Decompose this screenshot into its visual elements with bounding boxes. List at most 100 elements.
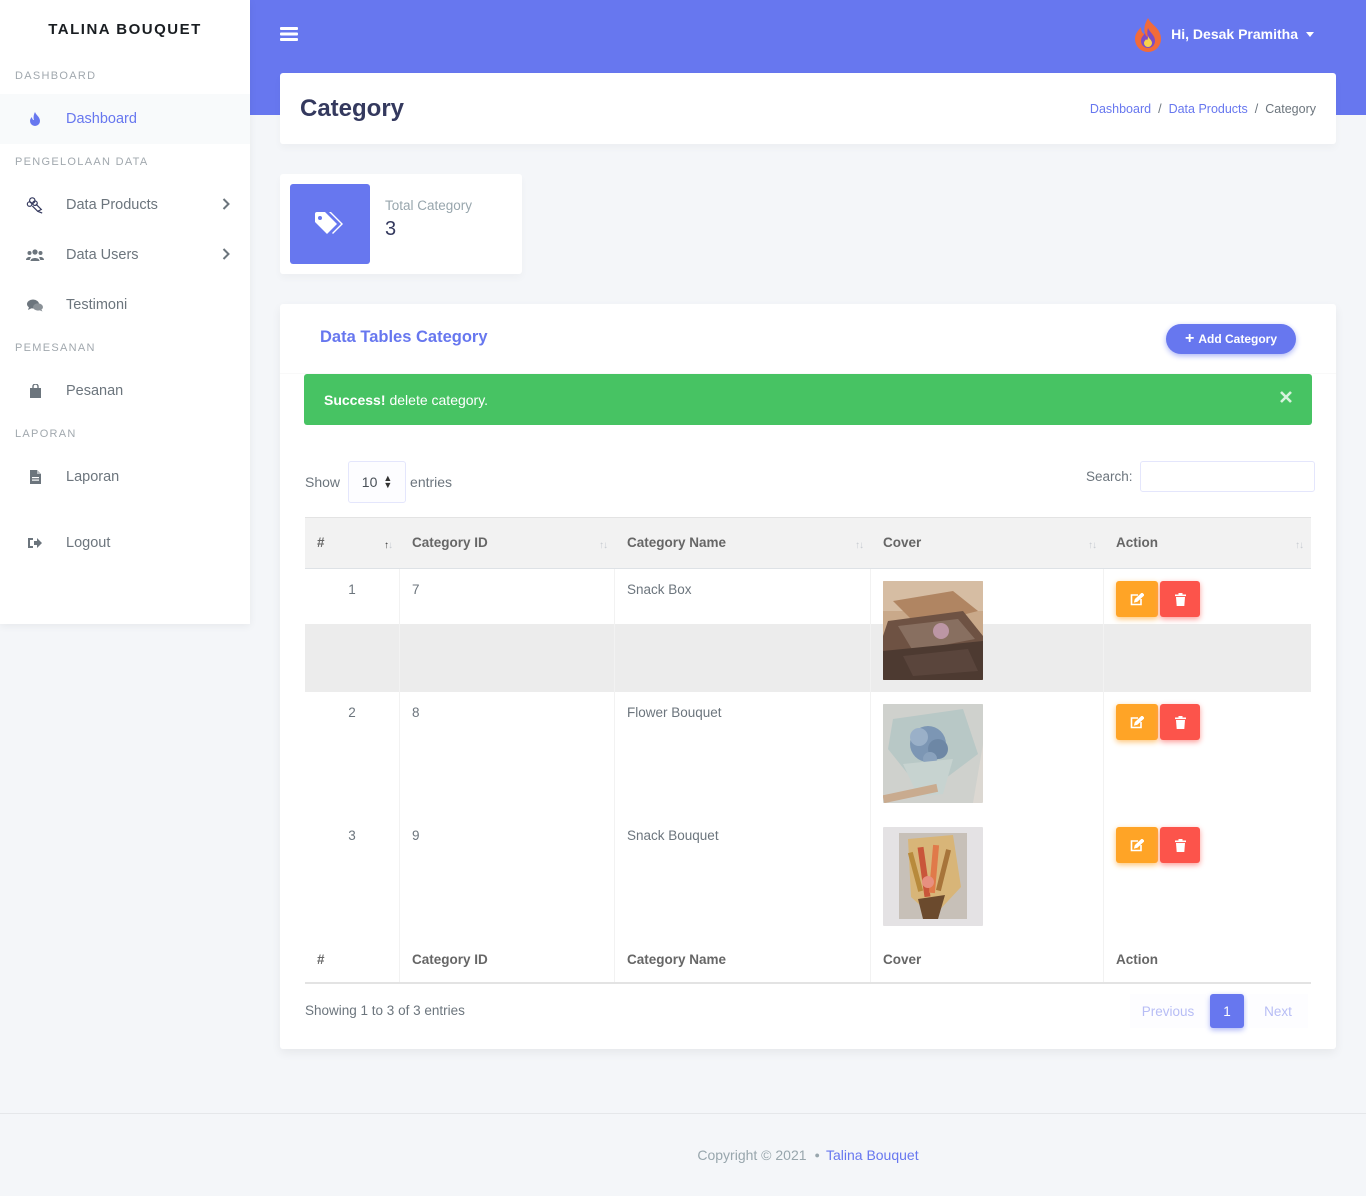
sidebar-item-label: Dashboard: [66, 111, 137, 127]
sort-icon: ↑↓: [1088, 540, 1097, 551]
cell-no: 1: [305, 569, 400, 692]
sort-asc-icon: ↑↓: [384, 540, 393, 551]
plus-icon: +: [1184, 330, 1195, 347]
user-greeting: Hi, Desak Pramitha: [1171, 26, 1298, 42]
pagination-next[interactable]: Next: [1248, 994, 1308, 1028]
file-icon: [26, 468, 44, 486]
column-header-category-id[interactable]: Category ID ↑↓: [400, 518, 615, 568]
edit-button[interactable]: [1116, 581, 1158, 617]
caret-down-icon: [1306, 31, 1314, 37]
close-icon[interactable]: [1280, 390, 1292, 406]
sort-icon: ↑↓: [599, 540, 608, 551]
sidebar-item-data-products[interactable]: Data Products: [0, 180, 250, 230]
section-header: Category Dashboard / Data Products / Cat…: [280, 73, 1336, 144]
snack-box-photo: [883, 581, 983, 680]
hamburger-menu-icon[interactable]: [280, 26, 298, 45]
add-category-label: Add Category: [1198, 332, 1278, 346]
sidebar-item-logout[interactable]: Logout: [0, 518, 250, 568]
row-actions: [1116, 581, 1311, 617]
cell-no: 3: [305, 815, 400, 938]
delete-button[interactable]: [1160, 581, 1200, 617]
edit-button[interactable]: [1116, 704, 1158, 740]
cell-category-id: 7: [400, 569, 615, 692]
column-header-category-name[interactable]: Category Name ↑↓: [615, 518, 871, 568]
breadcrumb-separator: /: [1158, 101, 1162, 116]
table-row: 3 9 Snack Bouquet: [305, 815, 1311, 938]
alert-strong: Success!: [324, 391, 386, 408]
sidebar-item-pesanan[interactable]: Pesanan: [0, 366, 250, 416]
user-dropdown[interactable]: Hi, Desak Pramitha: [1131, 16, 1314, 52]
table-info: Showing 1 to 3 of 3 entries: [305, 1003, 465, 1018]
cell-action: [1104, 692, 1311, 815]
snack-bouquet-photo: [883, 827, 983, 926]
sidebar-item-dashboard[interactable]: Dashboard: [0, 94, 250, 144]
sidebar-item-label: Data Products: [66, 197, 158, 213]
footer-column-category-name: Category Name: [615, 938, 871, 982]
sidebar: TALINA BOUQUET DASHBOARD Dashboard PENGE…: [0, 0, 250, 624]
sidebar-item-label: Laporan: [66, 469, 120, 485]
tags-icon: [290, 184, 370, 264]
category-table: # ↑↓ Category ID ↑↓ Category Name ↑↓ Cover ↑…: [305, 517, 1311, 984]
cell-category-id: 9: [400, 815, 615, 938]
brand-logo-text[interactable]: TALINA BOUQUET: [0, 0, 250, 58]
pagination-previous[interactable]: Previous: [1130, 994, 1206, 1028]
footer-brand-link[interactable]: Talina Bouquet: [826, 1147, 919, 1163]
sidebar-item-label: Logout: [66, 535, 111, 551]
category-table-card: Data Tables Category + Add Category Succ…: [280, 304, 1336, 1049]
column-header-no[interactable]: # ↑↓: [305, 518, 400, 568]
trash-icon: [1174, 838, 1186, 852]
flower-bouquet-photo: [883, 704, 983, 803]
sidebar-item-testimoni[interactable]: Testimoni: [0, 280, 250, 330]
pagination-page-1[interactable]: 1: [1210, 994, 1244, 1028]
search-input[interactable]: [1139, 461, 1315, 492]
search-label: Search:: [1086, 469, 1133, 484]
column-header-action[interactable]: Action ↑↓: [1104, 518, 1311, 568]
footer-column-no: #: [305, 938, 400, 982]
delete-button[interactable]: [1160, 827, 1200, 863]
edit-icon: [1130, 715, 1144, 728]
add-category-button[interactable]: + Add Category: [1166, 324, 1296, 354]
flower-bouquet-icon: [26, 196, 44, 214]
table-row: 1 7 Snack Box: [305, 569, 1311, 692]
sidebar-item-label: Pesanan: [66, 383, 124, 399]
edit-icon: [1130, 838, 1144, 851]
edit-button[interactable]: [1116, 827, 1158, 863]
sign-out-icon: [26, 534, 44, 552]
stat-value: 3: [385, 218, 397, 240]
sidebar-item-laporan[interactable]: Laporan: [0, 452, 250, 502]
stat-card-total-category: Total Category 3: [280, 174, 522, 274]
breadcrumb-dashboard[interactable]: Dashboard: [1090, 102, 1151, 116]
row-actions: [1116, 827, 1311, 863]
delete-button[interactable]: [1160, 704, 1200, 740]
show-label: Show: [305, 474, 341, 490]
menu-header-laporan: LAPORAN: [15, 428, 77, 440]
cell-category-name: Flower Bouquet: [615, 692, 871, 815]
chevron-right-icon: [222, 198, 230, 214]
users-icon: [26, 246, 44, 264]
column-header-cover[interactable]: Cover ↑↓: [871, 518, 1104, 568]
breadcrumb-separator: /: [1254, 101, 1259, 116]
cell-action: [1104, 569, 1311, 692]
entries-length-control: Show 10 ▲ ▼ entries: [305, 461, 452, 503]
breadcrumb-current: Category: [1265, 101, 1316, 116]
comments-icon: [26, 296, 44, 314]
alert-message: delete category.: [389, 391, 489, 408]
footer-column-cover: Cover: [871, 938, 1104, 982]
success-alert: Success! delete category.: [304, 374, 1312, 425]
sidebar-item-label: Data Users: [66, 247, 139, 263]
chevron-right-icon: [222, 248, 230, 264]
menu-header-data: PENGELOLAAN DATA: [15, 156, 149, 168]
page-title: Category: [300, 94, 405, 122]
edit-icon: [1130, 592, 1144, 605]
breadcrumb-data-products[interactable]: Data Products: [1169, 102, 1248, 116]
fire-icon: [26, 110, 44, 128]
sidebar-item-data-users[interactable]: Data Users: [0, 230, 250, 280]
avatar: [1131, 16, 1165, 52]
table-search: Search:: [1086, 461, 1315, 492]
menu-header-pemesanan: PEMESANAN: [15, 342, 96, 354]
cell-action: [1104, 815, 1311, 938]
menu-header-dashboard: DASHBOARD: [15, 70, 97, 82]
table-row: 2 8 Flower Bouquet: [305, 692, 1311, 815]
entries-select[interactable]: 10 ▲ ▼: [348, 461, 407, 503]
sort-select-icon: ▲ ▼: [383, 473, 393, 490]
